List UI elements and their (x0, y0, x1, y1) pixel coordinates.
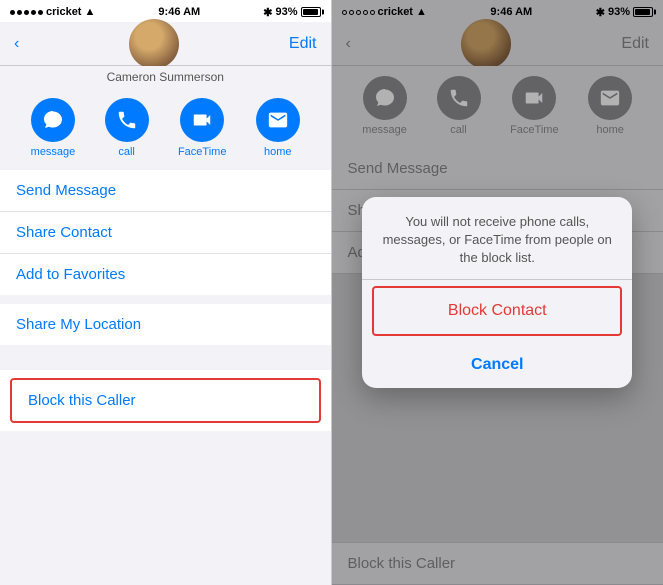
back-button[interactable]: ‹ (14, 35, 19, 53)
status-right: ✱ 93% (263, 6, 320, 19)
battery-percent: 93% (275, 6, 297, 18)
battery-icon (301, 7, 321, 17)
home-label: home (264, 146, 292, 158)
mail-icon (267, 109, 289, 131)
bluetooth-icon: ✱ (263, 6, 272, 19)
add-favorites-item[interactable]: Add to Favorites (0, 254, 331, 295)
share-location-item[interactable]: Share My Location (0, 304, 331, 345)
block-section: Block this Caller (0, 370, 331, 431)
signal-dots (10, 10, 43, 15)
alert-box: You will not receive phone calls, messag… (362, 197, 632, 389)
home-action[interactable]: home (256, 98, 300, 158)
carrier-name: cricket (46, 6, 81, 18)
dot5 (38, 10, 43, 15)
action-buttons-left: message call FaceTime h (0, 88, 331, 170)
call-circle (105, 98, 149, 142)
facetime-icon (191, 109, 213, 131)
left-panel: cricket ▲ 9:46 AM ✱ 93% ‹ Edit Cameron S… (0, 0, 332, 585)
alert-overlay: You will not receive phone calls, messag… (332, 0, 663, 585)
list-section-2: Share My Location (0, 304, 331, 345)
nav-avatar-area (129, 19, 179, 69)
status-time: 9:46 AM (158, 6, 200, 18)
call-label: call (118, 146, 135, 158)
avatar-image (129, 19, 179, 69)
right-panel: cricket ▲ 9:46 AM ✱ 93% ‹ Edit message (332, 0, 663, 585)
edit-button[interactable]: Edit (289, 35, 317, 53)
contact-name: Cameron Summerson (0, 66, 331, 88)
nav-bar-left: ‹ Edit (0, 22, 331, 66)
facetime-circle (180, 98, 224, 142)
wifi-icon: ▲ (84, 6, 95, 18)
dot1 (10, 10, 15, 15)
cancel-button[interactable]: Cancel (362, 342, 632, 388)
message-label: message (31, 146, 76, 158)
dot3 (24, 10, 29, 15)
list-separator-2 (0, 346, 331, 354)
avatar (129, 19, 179, 69)
facetime-action[interactable]: FaceTime (178, 98, 227, 158)
battery-fill (303, 9, 318, 15)
block-contact-button[interactable]: Block Contact (372, 286, 622, 336)
call-icon (116, 109, 138, 131)
message-action[interactable]: message (31, 98, 76, 158)
share-contact-item[interactable]: Share Contact (0, 212, 331, 254)
message-circle (31, 98, 75, 142)
home-circle (256, 98, 300, 142)
dot2 (17, 10, 22, 15)
list-separator-3 (0, 354, 331, 362)
call-action[interactable]: call (105, 98, 149, 158)
block-caller-item[interactable]: Block this Caller (10, 378, 321, 423)
message-icon (42, 109, 64, 131)
status-left: cricket ▲ (10, 6, 95, 18)
alert-message: You will not receive phone calls, messag… (362, 197, 632, 281)
list-separator-4 (0, 362, 331, 370)
dot4 (31, 10, 36, 15)
send-message-item[interactable]: Send Message (0, 170, 331, 212)
facetime-label: FaceTime (178, 146, 227, 158)
list-separator-1 (0, 296, 331, 304)
list-section-1: Send Message Share Contact Add to Favori… (0, 170, 331, 295)
